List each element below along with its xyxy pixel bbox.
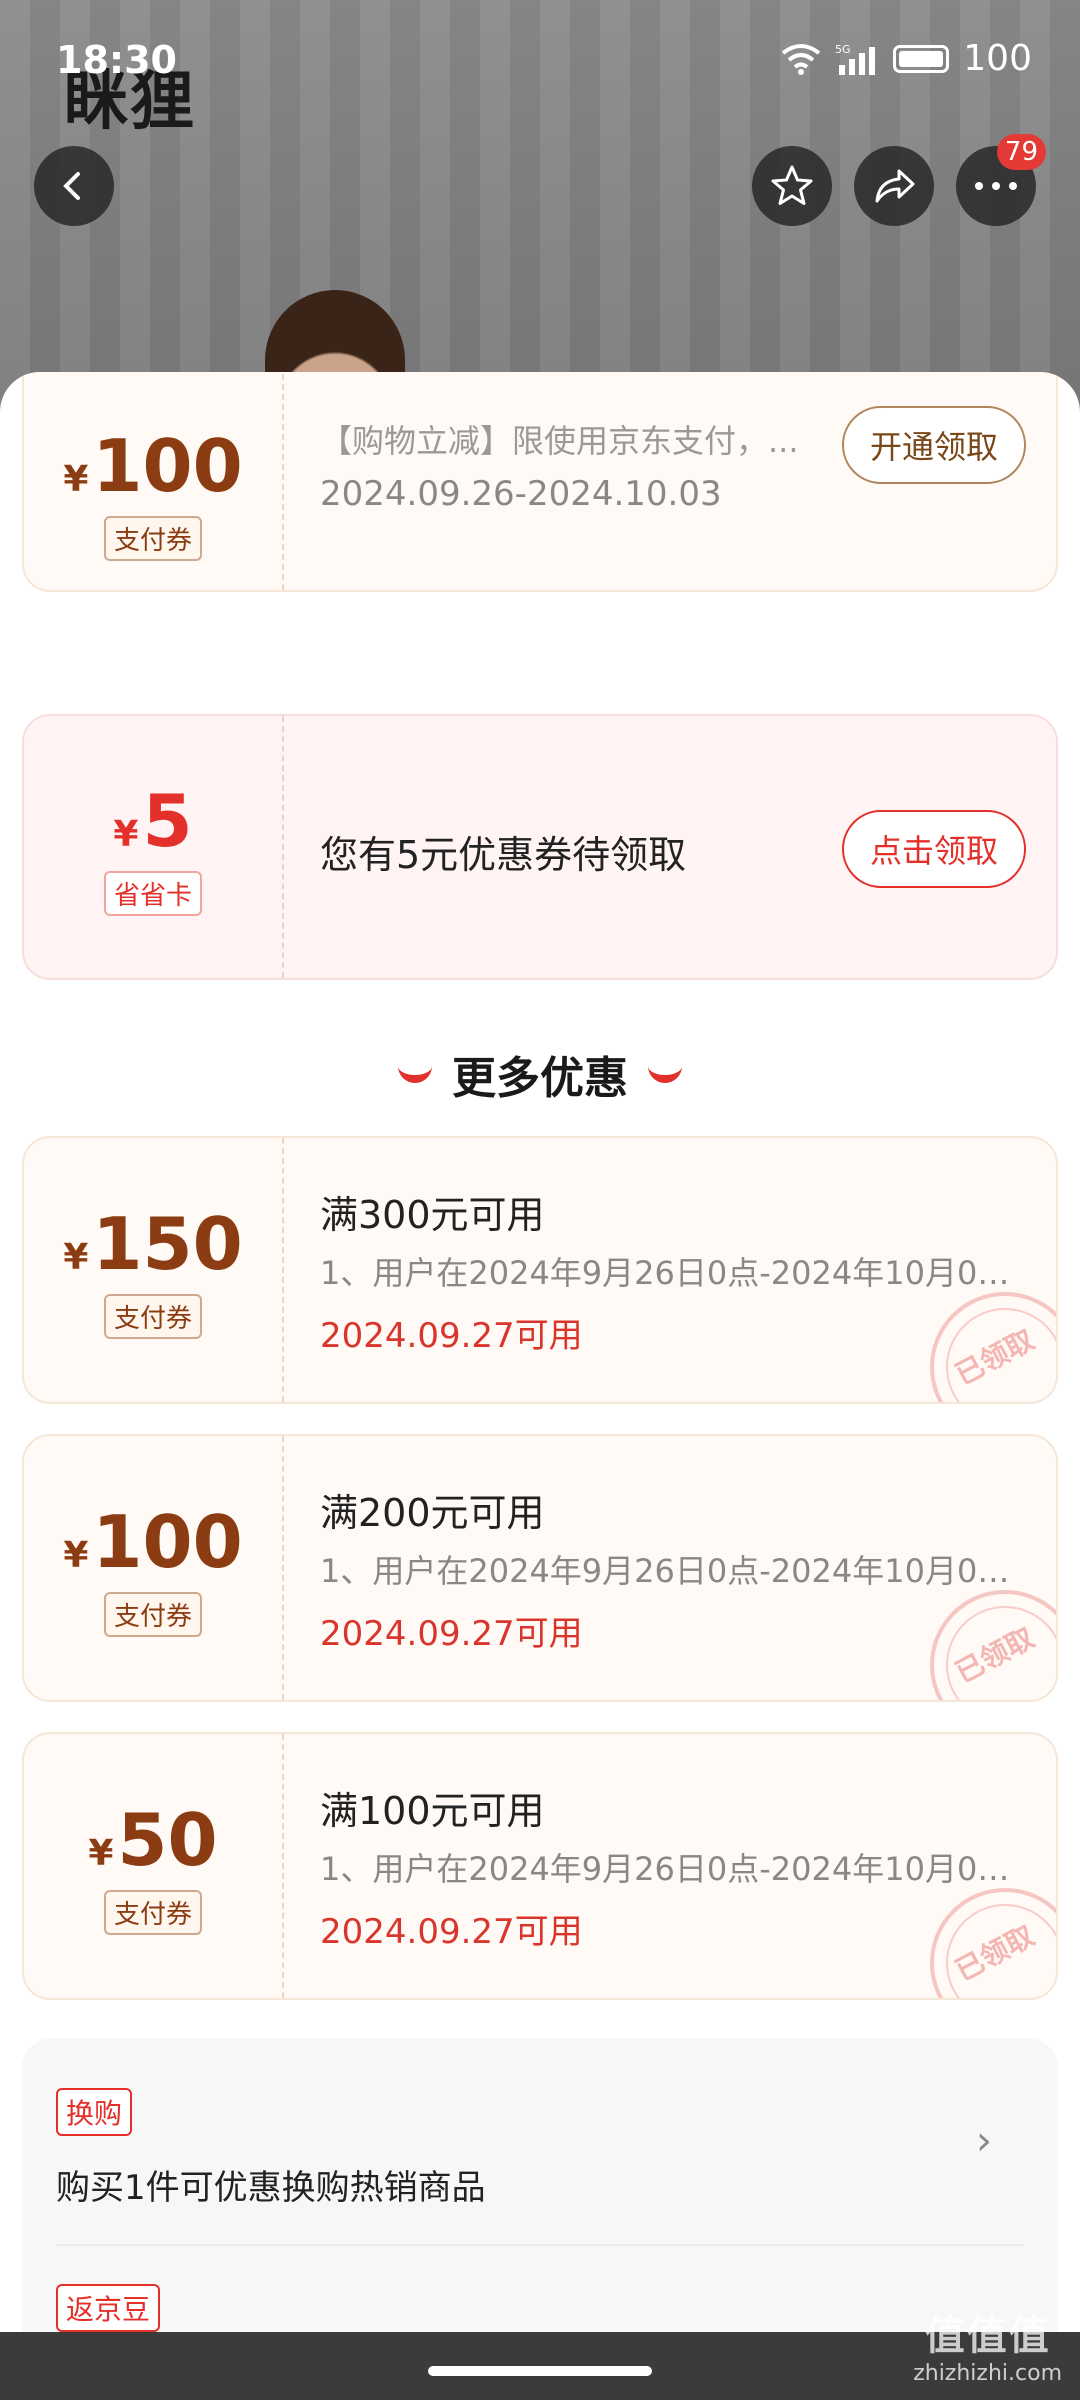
signal-icon: 5G	[835, 43, 876, 75]
coupon-card[interactable]: ¥ 150 支付券 满300元可用 1、用户在2024年9月26日0点-2024…	[22, 1136, 1058, 1404]
coupon-info: 满300元可用 1、用户在2024年9月26日0点-2024年10月01... …	[320, 1138, 1026, 1402]
coupon-card[interactable]: ¥ 100 支付券 满200元可用 1、用户在2024年9月26日0点-2024…	[22, 1434, 1058, 1702]
coupon-amount: ¥ 50	[88, 1797, 218, 1882]
coupon-info: 满200元可用 1、用户在2024年9月26日0点-2024年10月01... …	[320, 1436, 1026, 1700]
battery-level: 100	[963, 38, 1032, 79]
claim-button[interactable]: 点击领取	[841, 810, 1026, 888]
coupon-amount: ¥ 100	[63, 423, 243, 508]
coupon-title: 满200元可用	[320, 1491, 545, 1535]
coupon-title: 【购物立减】限使用京东支付，...	[320, 422, 799, 460]
more-button[interactable]: 79	[956, 134, 1046, 226]
smile-icon	[648, 1065, 682, 1083]
coupon-info: 您有5元优惠券待领取 点击领取	[320, 716, 1026, 978]
coupon-description: 1、用户在2024年9月26日0点-2024年10月01...	[320, 1850, 1020, 1888]
coupon-title: 满100元可用	[320, 1789, 545, 1833]
promo-tag-jingdou: 返京豆	[56, 2284, 161, 2332]
coupon-type-tag: 支付券	[103, 1591, 202, 1637]
coupon-title: 您有5元优惠券待领取	[320, 833, 687, 877]
more-discounts-title: 更多优惠	[452, 1053, 628, 1104]
coupon-description: 1、用户在2024年9月26日0点-2024年10月01...	[320, 1552, 1020, 1590]
more-discounts-header: 更多优惠	[0, 1042, 1080, 1106]
chevron-right-icon[interactable]: ›	[976, 2118, 992, 2164]
status-icons: 5G 100	[781, 38, 1032, 79]
system-nav-bar: 值值值 zhizhizhi.com	[0, 2313, 1080, 2400]
promotions-card: 换购 购买1件可优惠换购热销商品 › 返京豆	[22, 2038, 1058, 2332]
coupon-value: ¥ 100 支付券	[24, 372, 284, 590]
coupon-title: 满300元可用	[320, 1193, 545, 1237]
smile-icon	[398, 1065, 432, 1083]
coupon-date: 2024.09.27可用	[320, 1912, 583, 1952]
coupon-amount: ¥ 100	[63, 1499, 243, 1584]
coupon-value: ¥ 5 省省卡	[24, 716, 284, 978]
coupon-value: ¥ 150 支付券	[24, 1138, 284, 1402]
back-button[interactable]	[34, 146, 114, 226]
coupon-date: 2024.09.27可用	[320, 1614, 583, 1654]
coupon-type-tag: 支付券	[103, 1293, 202, 1339]
wifi-icon	[782, 43, 821, 75]
favorite-button[interactable]	[752, 146, 832, 226]
notification-badge: 79	[996, 134, 1046, 170]
coupon-info: 【购物立减】限使用京东支付，... 2024.09.26-2024.10.03 …	[320, 372, 1026, 590]
coupon-type-tag: 省省卡	[103, 870, 202, 916]
status-bar: 18:30 5G 100	[0, 0, 1080, 110]
coupon-card[interactable]: ¥ 50 支付券 满100元可用 1、用户在2024年9月26日0点-2024年…	[22, 1732, 1058, 2000]
activate-claim-button[interactable]: 开通领取	[841, 406, 1026, 484]
coupon-date: 2024.09.26-2024.10.03	[320, 474, 722, 514]
coupon-value: ¥ 50 支付券	[24, 1734, 284, 1998]
status-time: 18:30	[56, 38, 177, 82]
discount-sheet: 优惠 ¥ 100 支付券 【购物立减】限使用京东支付，... 2024.09.2…	[0, 372, 1080, 2332]
coupon-type-tag: 支付券	[103, 515, 202, 561]
coupon-type-tag: 支付券	[103, 1889, 202, 1935]
battery-icon	[893, 44, 950, 73]
chevron-left-icon	[63, 172, 80, 200]
coupon-description: 1、用户在2024年9月26日0点-2024年10月01...	[320, 1254, 1020, 1292]
coupon-value: ¥ 100 支付券	[24, 1436, 284, 1700]
share-button[interactable]	[854, 146, 934, 226]
coupon-card[interactable]: ¥ 100 支付券 【购物立减】限使用京东支付，... 2024.09.26-2…	[22, 372, 1058, 592]
coupon-date: 2024.09.27可用	[320, 1316, 583, 1356]
coupon-amount: ¥ 5	[113, 778, 193, 863]
promo-tag-exchange: 换购	[56, 2088, 133, 2136]
coupon-amount: ¥ 150	[63, 1201, 243, 1286]
coupon-card[interactable]: ¥ 5 省省卡 您有5元优惠券待领取 点击领取	[22, 714, 1058, 980]
promo-exchange-text[interactable]: 购买1件可优惠换购热销商品	[56, 2160, 486, 2209]
coupon-info: 满100元可用 1、用户在2024年9月26日0点-2024年10月01... …	[320, 1734, 1026, 1998]
star-icon	[771, 165, 813, 205]
home-indicator[interactable]	[428, 2366, 652, 2376]
svg-text:5G: 5G	[835, 43, 851, 56]
divider	[56, 2244, 1024, 2246]
more-dots-icon	[975, 182, 1017, 190]
watermark: 值值值 zhizhizhi.com	[913, 2313, 1062, 2386]
share-icon	[875, 169, 915, 203]
